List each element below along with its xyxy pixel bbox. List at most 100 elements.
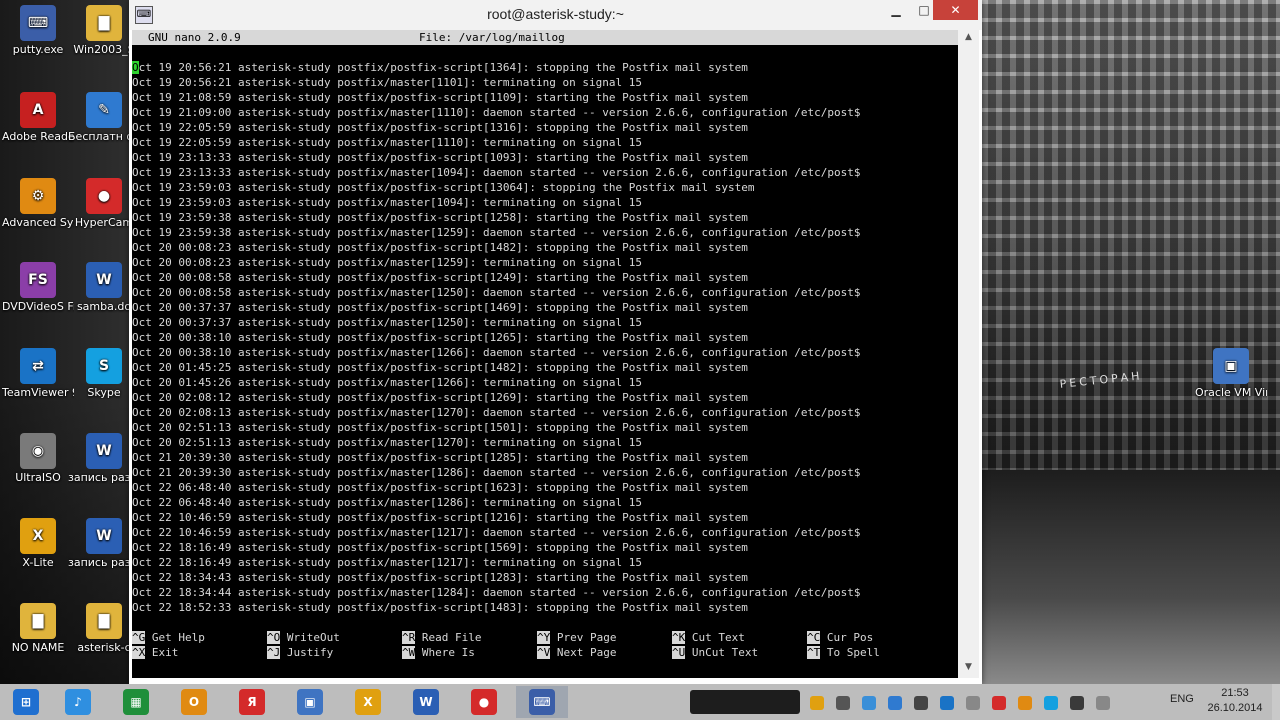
ultraiso-icon: ◉	[20, 433, 56, 469]
tray-app-icon[interactable]	[1018, 696, 1032, 710]
close-button[interactable]: ✕	[933, 0, 978, 20]
desktop-shortcut[interactable]: A Adobe Reader XI	[2, 92, 74, 143]
taskbar-sound-button[interactable]: ♪	[52, 686, 104, 718]
taskbar-outlook-button[interactable]: O	[168, 686, 220, 718]
terminal-screen[interactable]: GNU nano 2.0.9 File: /var/log/maillog Oc…	[132, 30, 958, 678]
shortcut-label: Cut Text	[691, 631, 745, 644]
virtualbox-icon: ▣	[297, 689, 323, 715]
advanced-systemcare-icon: ⚙	[20, 178, 56, 214]
tray-app-icon[interactable]	[914, 696, 928, 710]
tray-app-icon[interactable]	[810, 696, 824, 710]
nano-shortcut-bar: ^G Get Help ^X Exit ^O WriteOut ^J Justify ^…	[132, 630, 958, 660]
tray-app-icon[interactable]	[862, 696, 876, 710]
log-line: Oct 19 23:13:33 asterisk-study postfix/p…	[132, 151, 748, 164]
language-indicator[interactable]: ENG	[1170, 693, 1200, 705]
log-line: Oct 22 06:48:40 asterisk-study postfix/p…	[132, 481, 748, 494]
log-line: Oct 20 01:45:25 asterisk-study postfix/p…	[132, 361, 748, 374]
desktop-shortcut-label: NO NAME	[11, 641, 65, 654]
desktop-shortcut[interactable]: ⇄ TeamViewer 9	[2, 348, 74, 399]
log-line: Oct 21 20:39:30 asterisk-study postfix/m…	[132, 466, 861, 479]
tray-app-icon[interactable]	[1044, 696, 1058, 710]
log-line: Oct 22 18:16:49 asterisk-study postfix/p…	[132, 541, 748, 554]
adobe-reader-icon: A	[20, 92, 56, 128]
dvdvideosoft-icon: FS	[20, 262, 56, 298]
log-line: Oct 22 18:16:49 asterisk-study postfix/m…	[132, 556, 642, 569]
shortcut-label: Justify	[286, 646, 334, 659]
log-line: Oct 21 20:39:30 asterisk-study postfix/p…	[132, 451, 748, 464]
taskbar-hypercam-button[interactable]: ●	[458, 686, 510, 718]
tray-app-icon[interactable]	[836, 696, 850, 710]
log-line: Oct 19 23:59:03 asterisk-study postfix/m…	[132, 196, 642, 209]
taskbar-excel-button[interactable]: ▦	[110, 686, 162, 718]
folder-icon: ▇	[86, 603, 122, 639]
log-line: Oct 19 23:59:03 asterisk-study postfix/p…	[132, 181, 755, 194]
taskbar-putty-button[interactable]: ⌨	[516, 686, 568, 718]
nano-shortcut: ^O WriteOut	[267, 630, 340, 645]
clock-date: 26.10.2014	[1207, 702, 1263, 714]
start-icon: ⊞	[13, 689, 39, 715]
nano-shortcut: ^J Justify	[267, 645, 333, 660]
show-desktop-button[interactable]	[1272, 684, 1280, 720]
log-line: Oct 19 20:56:21 asterisk-study postfix/p…	[132, 61, 748, 74]
taskbar-word-button[interactable]: W	[400, 686, 452, 718]
log-content[interactable]: Oct 19 20:56:21 asterisk-study postfix/p…	[132, 60, 958, 615]
virtualbox-icon: ▣	[1213, 348, 1249, 384]
putty-terminal-window[interactable]: ⌨ root@asterisk-study:~ ▁ □ ✕ GNU nano 2…	[129, 0, 982, 684]
scroll-up-arrow-icon[interactable]: ▲	[958, 32, 979, 42]
yandex-icon: Я	[239, 689, 265, 715]
log-line: Oct 19 23:13:33 asterisk-study postfix/m…	[132, 166, 861, 179]
tray-app-icon[interactable]	[992, 696, 1006, 710]
desktop-shortcut[interactable]: ▣ Oracle VM VirtualBox	[1195, 348, 1267, 399]
taskbar-yandex-button[interactable]: Я	[226, 686, 278, 718]
shortcut-label: Exit	[151, 646, 179, 659]
taskbar-xlite-button[interactable]: X	[342, 686, 394, 718]
shortcut-label: Next Page	[556, 646, 617, 659]
desktop-shortcut-label: X-Lite	[22, 556, 54, 569]
putty-icon: ⌨	[529, 689, 555, 715]
log-line: Oct 20 00:08:58 asterisk-study postfix/m…	[132, 286, 861, 299]
terminal-cursor: O	[132, 61, 139, 74]
word-doc-icon: W	[86, 433, 122, 469]
tray-app-icon[interactable]	[940, 696, 954, 710]
word-doc-icon: W	[86, 518, 122, 554]
shortcut-key: ^R	[402, 631, 416, 644]
clock[interactable]: 21:53 26.10.2014	[1205, 686, 1265, 716]
nano-shortcut: ^X Exit	[132, 645, 178, 660]
nano-shortcut: ^G Get Help	[132, 630, 205, 645]
tray-app-icon[interactable]	[966, 696, 980, 710]
minimize-button[interactable]: ▁	[882, 0, 910, 20]
desktop-shortcut[interactable]: ⌨ putty.exe	[2, 5, 74, 56]
word-doc-icon: W	[86, 262, 122, 298]
shortcut-key: ^O	[267, 631, 281, 644]
log-line: Oct 22 18:52:33 asterisk-study postfix/p…	[132, 601, 748, 614]
recording-toolbar[interactable]	[690, 690, 800, 714]
shortcut-key: ^X	[132, 646, 146, 659]
shortcut-label: Prev Page	[556, 631, 617, 644]
shortcut-label: UnCut Text	[691, 646, 759, 659]
window-titlebar[interactable]: ⌨ root@asterisk-study:~ ▁ □ ✕	[129, 0, 982, 30]
shortcut-key: ^W	[402, 646, 416, 659]
tray-app-icon[interactable]	[888, 696, 902, 710]
vertical-scrollbar[interactable]: ▲ ▼	[958, 30, 979, 678]
desktop-shortcut[interactable]: X X-Lite	[2, 518, 74, 569]
taskbar-virtualbox-button[interactable]: ▣	[284, 686, 336, 718]
excel-icon: ▦	[123, 689, 149, 715]
scroll-down-arrow-icon[interactable]: ▼	[958, 662, 979, 672]
desktop-shortcut-label: TeamViewer 9	[2, 386, 74, 399]
taskbar-start-button[interactable]: ⊞	[0, 686, 52, 718]
desktop-shortcut[interactable]: ◉ UltraISO	[2, 433, 74, 484]
tray-app-icon[interactable]	[1070, 696, 1084, 710]
wallpaper-street	[982, 470, 1280, 684]
nano-version: GNU nano 2.0.9	[148, 31, 241, 44]
log-line: Oct 19 21:09:00 asterisk-study postfix/m…	[132, 106, 861, 119]
log-line: Oct 20 02:08:12 asterisk-study postfix/p…	[132, 391, 748, 404]
tray-app-icon[interactable]	[1096, 696, 1110, 710]
desktop-shortcut[interactable]: ⚙ Advanced System...	[2, 178, 74, 229]
nano-shortcut: ^K Cut Text	[672, 630, 745, 645]
desktop-shortcut[interactable]: FS DVDVideoS Free Studio	[2, 262, 74, 313]
log-line: Oct 19 23:59:38 asterisk-study postfix/p…	[132, 211, 748, 224]
desktop-shortcut[interactable]: ▇ NO NAME	[2, 603, 74, 654]
shortcut-label: To Spell	[826, 646, 880, 659]
nano-shortcut: ^C Cur Pos	[807, 630, 873, 645]
word-icon: W	[413, 689, 439, 715]
